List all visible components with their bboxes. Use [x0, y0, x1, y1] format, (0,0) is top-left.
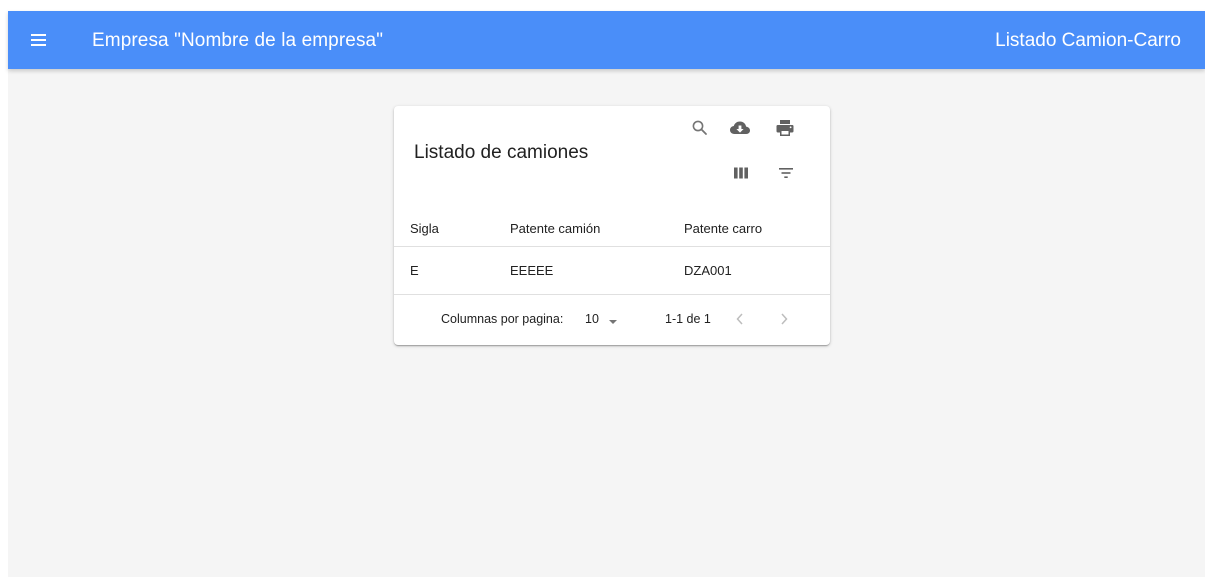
filter-list-icon[interactable]: [774, 161, 798, 185]
page-background: Empresa "Nombre de la empresa" Listado C…: [8, 11, 1205, 577]
column-header-sigla[interactable]: Sigla: [410, 221, 439, 236]
trucks-table-card: Listado de camiones Sigla Patente camión…: [394, 106, 830, 345]
cell-patente-carro: DZA001: [684, 263, 732, 278]
app-bar: Empresa "Nombre de la empresa" Listado C…: [8, 11, 1205, 69]
column-header-patente-camion[interactable]: Patente camión: [510, 221, 600, 236]
caret-down-icon: [608, 315, 618, 329]
table-header: Sigla Patente camión Patente carro: [394, 210, 830, 247]
app-title: Empresa "Nombre de la empresa": [92, 30, 384, 51]
table-title: Listado de camiones: [414, 142, 589, 163]
cloud-download-icon[interactable]: [728, 116, 752, 140]
cell-patente-camion: EEEEE: [510, 263, 554, 278]
column-header-patente-carro[interactable]: Patente carro: [684, 221, 762, 236]
page-title: Listado Camion-Carro: [995, 30, 1181, 51]
next-page-icon[interactable]: [774, 309, 794, 329]
table-row[interactable]: E EEEEE DZA001: [394, 247, 830, 295]
rows-per-page-value: 10: [585, 312, 599, 326]
pagination-range: 1-1 de 1: [665, 312, 711, 326]
view-columns-icon[interactable]: [729, 161, 753, 185]
rows-per-page-select[interactable]: 10: [585, 312, 617, 326]
pagination-footer: Columnas por pagina: 10 1-1 de 1: [394, 295, 830, 345]
search-icon[interactable]: [688, 116, 712, 140]
previous-page-icon[interactable]: [730, 309, 750, 329]
cell-sigla: E: [410, 263, 419, 278]
hamburger-menu-icon[interactable]: [30, 30, 48, 50]
print-icon[interactable]: [773, 116, 797, 140]
rows-per-page-label: Columnas por pagina:: [441, 312, 564, 326]
